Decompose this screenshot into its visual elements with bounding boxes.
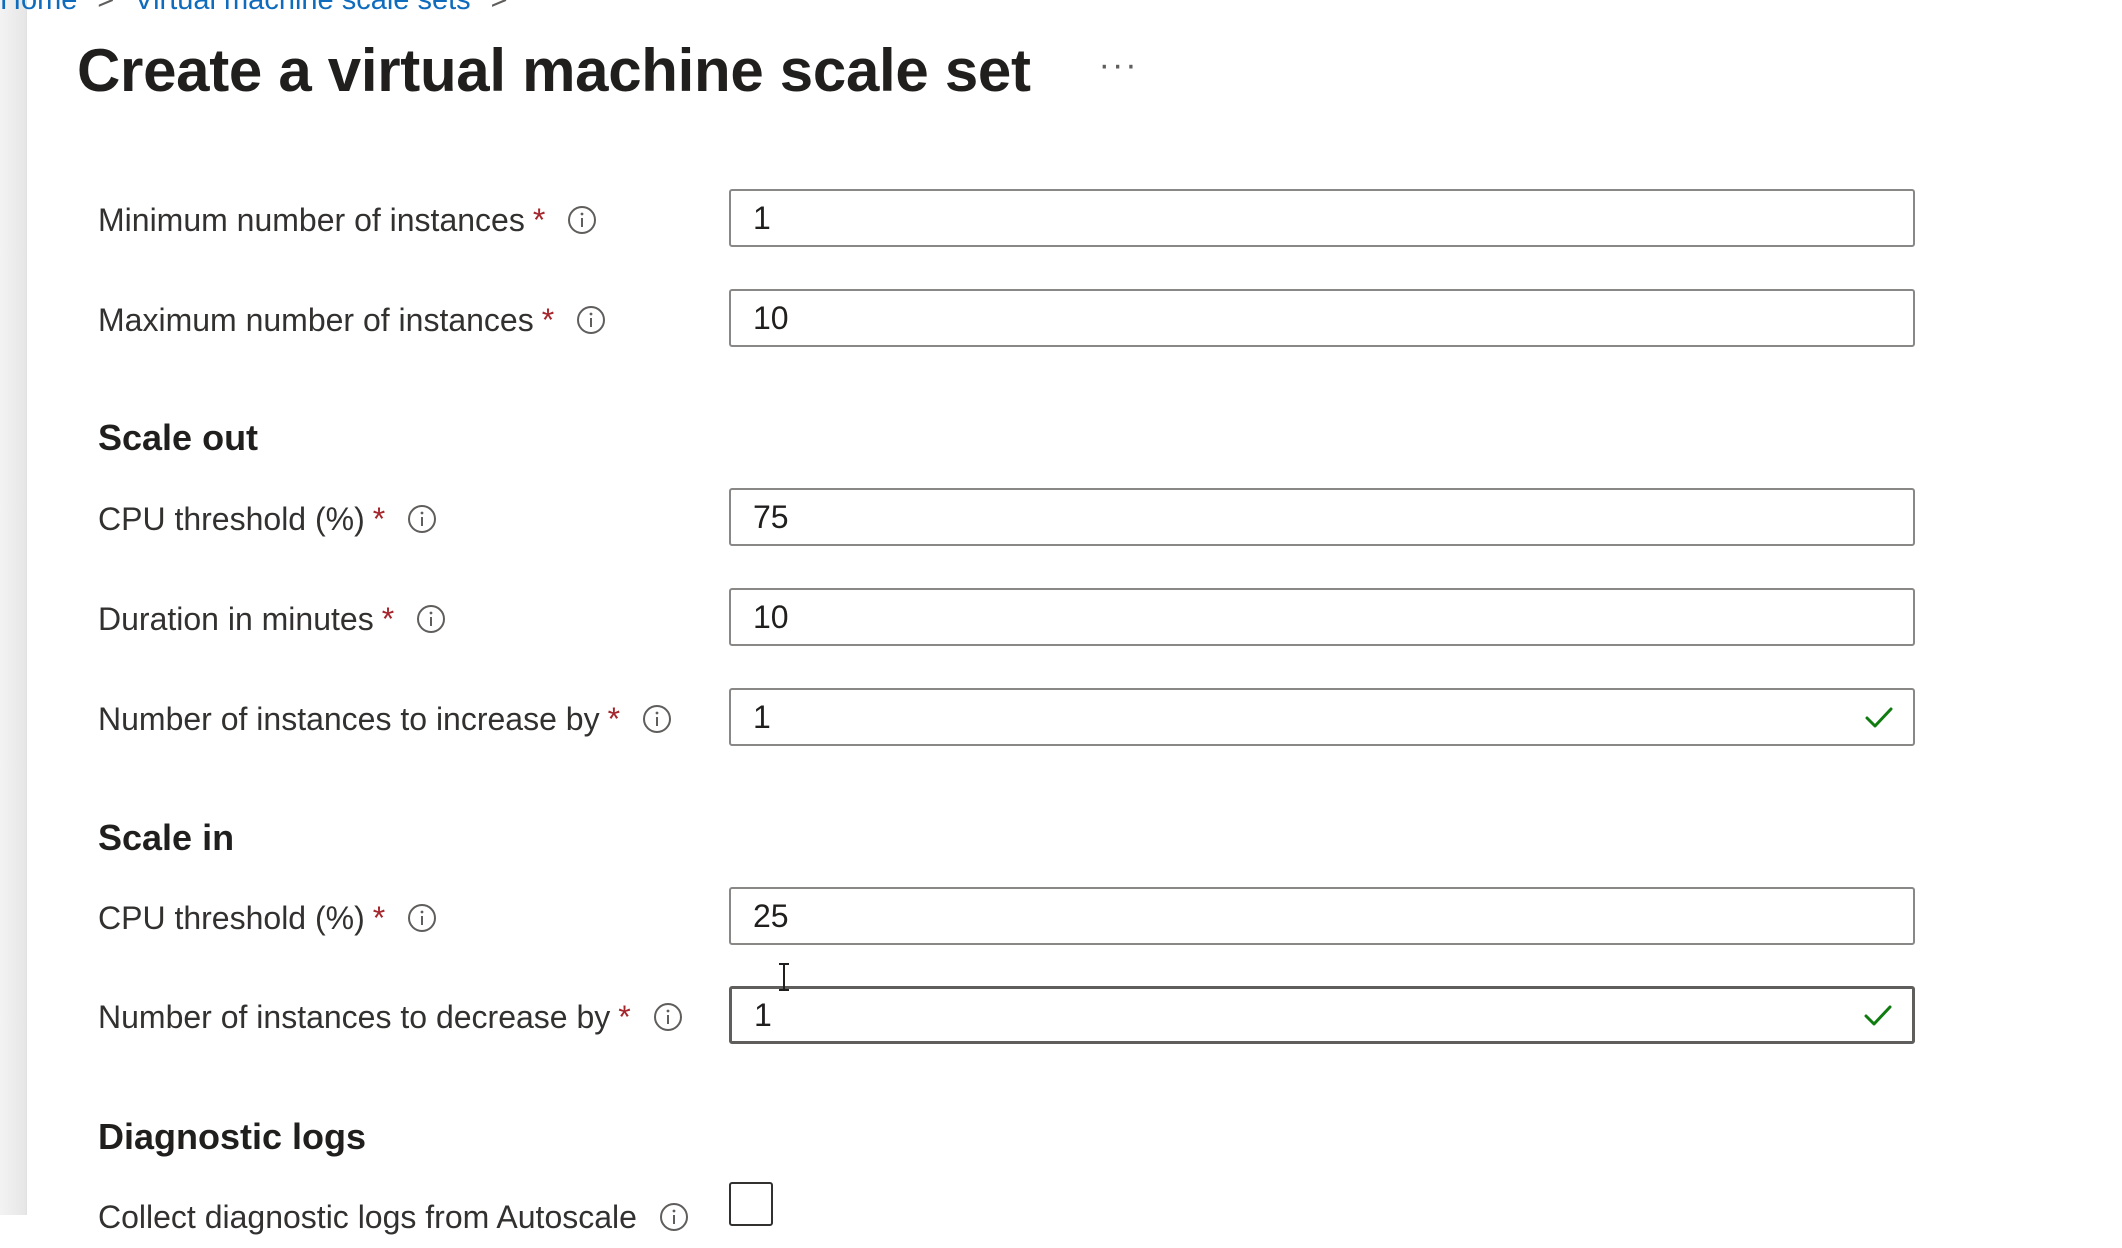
scale-out-duration-label: Duration in minutes xyxy=(98,600,374,637)
scale-in-decrease-label: Number of instances to decrease by xyxy=(98,998,611,1035)
required-asterisk: * xyxy=(541,301,555,338)
text-cursor-icon xyxy=(779,963,789,991)
scale-in-decrease-input[interactable] xyxy=(732,989,1854,1041)
required-asterisk: * xyxy=(618,998,631,1035)
required-asterisk: * xyxy=(372,500,386,537)
form-row-max-instances: Maximum number of instances * xyxy=(98,289,1918,351)
breadcrumb-home[interactable]: Home xyxy=(0,0,77,16)
scale-out-increase-field xyxy=(729,688,1915,746)
required-asterisk: * xyxy=(607,700,621,737)
scale-out-cpu-field xyxy=(729,488,1915,546)
field-label: Minimum number of instances * xyxy=(98,189,597,251)
breadcrumb-separator: > xyxy=(490,0,508,16)
field-label: CPU threshold (%) * xyxy=(98,887,437,949)
scale-out-duration-input[interactable] xyxy=(731,590,1853,644)
max-instances-field xyxy=(729,289,1915,347)
form-row-scale-out-cpu: CPU threshold (%) * xyxy=(98,488,1918,550)
info-icon[interactable] xyxy=(567,205,597,235)
scale-out-duration-field xyxy=(729,588,1915,646)
required-asterisk: * xyxy=(532,201,546,238)
form-row-scale-in-cpu: CPU threshold (%) * xyxy=(98,887,1918,949)
breadcrumb-separator: > xyxy=(97,0,115,16)
info-icon[interactable] xyxy=(407,504,437,534)
min-instances-field xyxy=(729,189,1915,247)
form-row-scale-out-increase: Number of instances to increase by * xyxy=(98,688,1918,750)
form-row-scale-out-duration: Duration in minutes * xyxy=(98,588,1918,650)
scale-out-increase-label: Number of instances to increase by xyxy=(98,700,600,737)
valid-check-icon xyxy=(1865,707,1893,728)
section-title-scale-in: Scale in xyxy=(98,817,235,858)
scale-out-increase-input[interactable] xyxy=(731,690,1853,744)
min-instances-label: Minimum number of instances xyxy=(98,201,525,238)
field-label: Maximum number of instances * xyxy=(98,289,606,351)
info-icon[interactable] xyxy=(642,704,672,734)
section-title-diagnostic-logs: Diagnostic logs xyxy=(98,1116,367,1157)
page-title: Create a virtual machine scale set xyxy=(77,37,1031,104)
breadcrumb-vmss[interactable]: Virtual machine scale sets xyxy=(134,0,470,16)
form-row-min-instances: Minimum number of instances * xyxy=(98,189,1918,251)
form-row-scale-in-decrease: Number of instances to decrease by * xyxy=(98,986,1918,1048)
field-label: Duration in minutes * xyxy=(98,588,446,650)
max-instances-label: Maximum number of instances xyxy=(98,301,534,338)
field-label: Number of instances to decrease by * xyxy=(98,986,683,1048)
field-label: Collect diagnostic logs from Autoscale xyxy=(98,1186,689,1248)
valid-check-icon xyxy=(1864,1005,1892,1026)
scale-in-cpu-field xyxy=(729,887,1915,945)
field-label: Number of instances to increase by * xyxy=(98,688,672,750)
scale-in-cpu-label: CPU threshold (%) xyxy=(98,899,365,936)
scale-in-cpu-input[interactable] xyxy=(731,889,1853,943)
scale-out-cpu-input[interactable] xyxy=(731,490,1853,544)
breadcrumb: Home > Virtual machine scale sets > xyxy=(0,0,528,17)
scale-in-decrease-field xyxy=(729,986,1915,1044)
info-icon[interactable] xyxy=(416,604,446,634)
info-icon[interactable] xyxy=(576,305,606,335)
min-instances-input[interactable] xyxy=(731,191,1853,245)
required-asterisk: * xyxy=(381,600,395,637)
scale-out-cpu-label: CPU threshold (%) xyxy=(98,500,365,537)
max-instances-input[interactable] xyxy=(731,291,1853,345)
form-row-diagnostic-logs: Collect diagnostic logs from Autoscale xyxy=(98,1186,1918,1248)
section-title-scale-out: Scale out xyxy=(98,417,259,458)
info-icon[interactable] xyxy=(653,1002,683,1032)
field-label: CPU threshold (%) * xyxy=(98,488,437,550)
page-header: Create a virtual machine scale set ··· xyxy=(77,36,1139,105)
info-icon[interactable] xyxy=(659,1202,689,1232)
collect-diagnostic-logs-label: Collect diagnostic logs from Autoscale xyxy=(98,1198,637,1235)
info-icon[interactable] xyxy=(407,903,437,933)
left-panel-edge xyxy=(0,0,27,1215)
required-asterisk: * xyxy=(372,899,386,936)
more-options-button[interactable]: ··· xyxy=(1099,48,1139,94)
collect-diagnostic-logs-checkbox[interactable] xyxy=(729,1182,773,1226)
